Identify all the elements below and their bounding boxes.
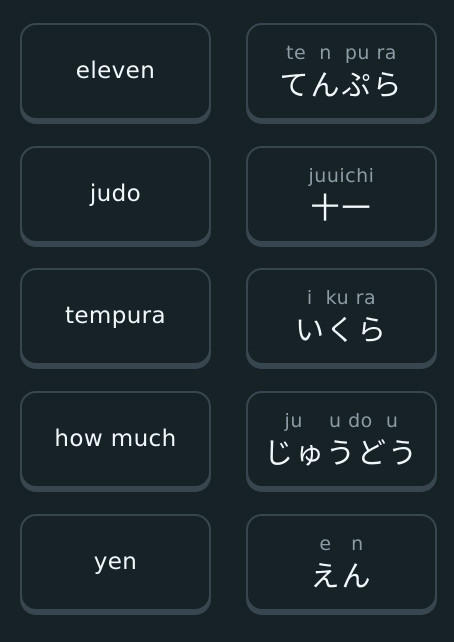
japanese-card-tenpura[interactable]: te n pu ra てんぷら [246,23,437,120]
kana-label: 十一 [310,190,373,225]
english-card-tempura[interactable]: tempura [20,268,211,365]
romaji-label: e n [319,532,364,555]
japanese-card-content: juuichi 十一 [308,164,375,225]
english-card-eleven[interactable]: eleven [20,23,211,120]
romaji-label: ju u do u [284,409,399,432]
english-card-label: how much [54,426,177,452]
kana-label: てんぷら [279,67,404,102]
japanese-card-content: e n えん [310,532,373,593]
romaji-label: i ku ra [306,286,377,309]
japanese-card-juudou[interactable]: ju u do u じゅうどう [246,391,437,488]
english-card-how-much[interactable]: how much [20,391,211,488]
japanese-card-juuichi[interactable]: juuichi 十一 [246,146,437,243]
romaji-label: juuichi [308,164,375,187]
japanese-card-content: ju u do u じゅうどう [263,409,419,470]
english-card-label: yen [93,549,138,575]
kana-label: いくら [294,312,388,347]
english-card-label: judo [89,181,142,207]
romaji-label: te n pu ra [286,41,397,64]
match-pairs-board: eleven judo tempura how much yen te n pu… [0,0,454,642]
kana-label: じゅうどう [263,435,419,470]
japanese-card-content: i ku ra いくら [294,286,388,347]
japanese-card-content: te n pu ra てんぷら [279,41,404,102]
japanese-card-en[interactable]: e n えん [246,514,437,611]
kana-label: えん [310,558,373,593]
english-card-judo[interactable]: judo [20,146,211,243]
japanese-card-ikura[interactable]: i ku ra いくら [246,268,437,365]
english-card-label: tempura [64,303,167,329]
english-card-label: eleven [75,58,156,84]
english-card-yen[interactable]: yen [20,514,211,611]
